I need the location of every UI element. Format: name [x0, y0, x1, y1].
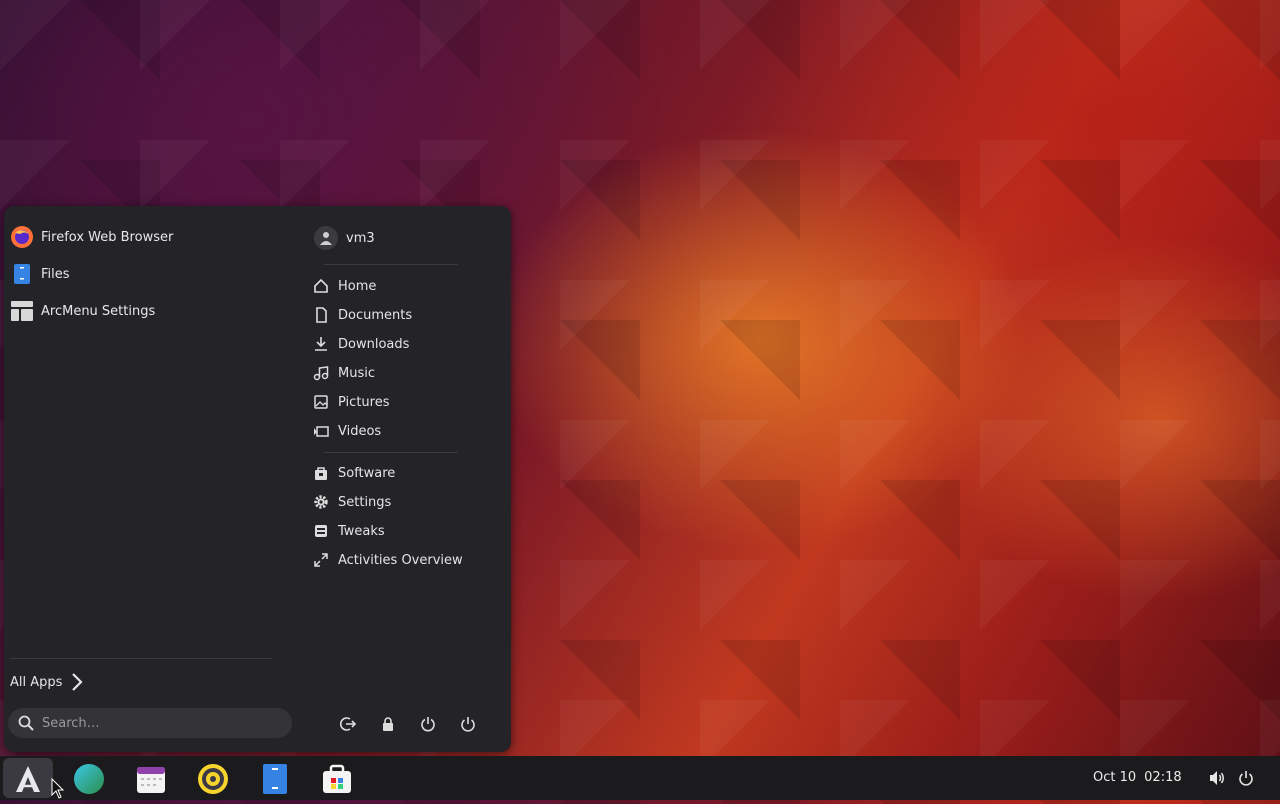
system-label: Activities Overview	[338, 552, 463, 568]
music-player-icon[interactable]	[196, 762, 230, 796]
system-label: Software	[338, 465, 396, 481]
clock-date: Oct 10	[1093, 770, 1137, 785]
separator	[324, 264, 458, 265]
place-documents[interactable]: Documents	[312, 302, 412, 328]
chevron-right-icon	[70, 672, 84, 692]
logout-button[interactable]	[335, 711, 361, 737]
video-icon	[312, 422, 330, 440]
place-label: Music	[338, 365, 375, 381]
power-button[interactable]	[455, 711, 481, 737]
place-label: Pictures	[338, 394, 390, 410]
gear-icon	[312, 493, 330, 511]
all-apps-label: All Apps	[10, 674, 63, 690]
app-item-files[interactable]: Files	[10, 257, 70, 291]
restart-button[interactable]	[415, 711, 441, 737]
search-icon	[18, 715, 34, 731]
app-item-firefox[interactable]: Firefox Web Browser	[10, 220, 173, 254]
place-pictures[interactable]: Pictures	[312, 389, 389, 415]
place-label: Documents	[338, 307, 413, 323]
download-icon	[312, 335, 330, 353]
tweaks-icon	[312, 522, 330, 540]
place-label: Downloads	[338, 336, 410, 352]
software-store-icon[interactable]	[320, 762, 354, 796]
app-item-arcmenu-settings[interactable]: ArcMenu Settings	[10, 294, 155, 328]
search-input[interactable]	[40, 714, 274, 732]
separator	[10, 658, 272, 659]
system-label: Tweaks	[338, 523, 385, 539]
lock-button[interactable]	[375, 711, 401, 737]
all-apps-button[interactable]: All Apps	[10, 672, 84, 692]
browser-icon[interactable]	[72, 762, 106, 796]
clock-time: 02:18	[1144, 770, 1182, 785]
software-icon	[312, 464, 330, 482]
user-icon	[314, 226, 338, 250]
user-name: vm3	[346, 230, 375, 246]
clock[interactable]: Oct 10 02:18	[1093, 770, 1190, 785]
app-label: Files	[41, 266, 70, 282]
arcmenu-panel: Firefox Web Browser Files ArcMenu Settin…	[4, 206, 511, 752]
separator	[324, 452, 458, 453]
music-icon	[312, 364, 330, 382]
place-downloads[interactable]: Downloads	[312, 331, 409, 357]
logout-icon	[340, 716, 356, 732]
user-item[interactable]: vm3	[314, 226, 375, 250]
activities-icon	[312, 551, 330, 569]
picture-icon	[312, 393, 330, 411]
files-icon	[10, 262, 34, 286]
system-activities-overview[interactable]: Activities Overview	[312, 547, 463, 573]
document-icon	[312, 306, 330, 324]
mouse-cursor	[51, 777, 65, 804]
system-label: Settings	[338, 494, 392, 510]
app-label: ArcMenu Settings	[41, 303, 156, 319]
app-label: Firefox Web Browser	[41, 229, 174, 245]
system-settings[interactable]: Settings	[312, 489, 391, 515]
calendar-icon[interactable]	[134, 762, 168, 796]
power-icon	[460, 716, 476, 732]
restart-icon	[420, 716, 436, 732]
taskbar: Oct 10 02:18	[0, 756, 1280, 800]
system-software[interactable]: Software	[312, 460, 395, 486]
system-power-icon[interactable]	[1236, 768, 1256, 788]
place-label: Home	[338, 278, 377, 294]
search-field[interactable]	[8, 708, 292, 738]
arcmenu-icon[interactable]	[11, 762, 45, 796]
firefox-icon	[10, 225, 34, 249]
system-tweaks[interactable]: Tweaks	[312, 518, 385, 544]
arcmenu-settings-icon	[10, 299, 34, 323]
place-videos[interactable]: Videos	[312, 418, 381, 444]
place-music[interactable]: Music	[312, 360, 375, 386]
place-label: Videos	[338, 423, 382, 439]
place-home[interactable]: Home	[312, 273, 376, 299]
home-icon	[312, 277, 330, 295]
volume-icon[interactable]	[1207, 768, 1227, 788]
files-icon[interactable]	[258, 762, 292, 796]
lock-icon	[380, 716, 396, 732]
